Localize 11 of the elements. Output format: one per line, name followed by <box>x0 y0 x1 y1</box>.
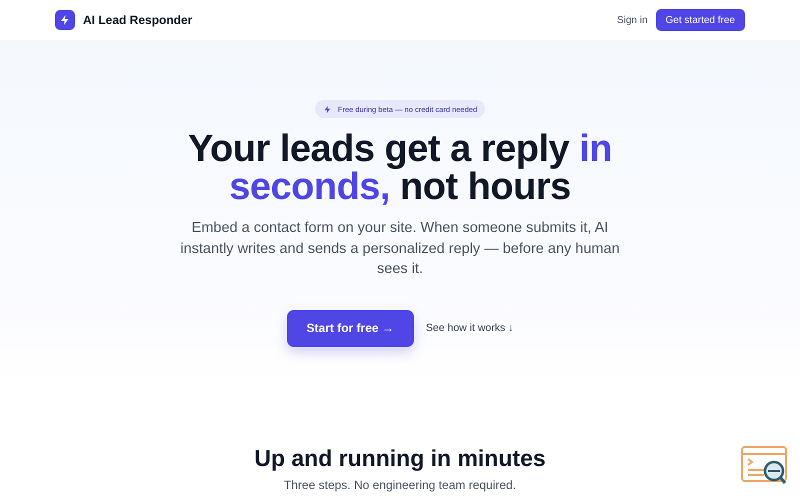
lightning-icon <box>55 10 75 30</box>
get-started-button[interactable]: Get started free <box>656 9 745 31</box>
start-free-button[interactable]: Start for free → <box>286 310 414 346</box>
sign-in-link[interactable]: Sign in <box>616 14 648 26</box>
hero-headline: Your leads get a reply in seconds, not hours <box>187 130 613 206</box>
section-subtitle: Three steps. No engineering team required. <box>284 478 516 492</box>
browser-search-icon[interactable] <box>740 445 790 487</box>
brand-name[interactable]: AI Lead Responder <box>83 13 192 27</box>
how-it-works-link[interactable]: See how it works ↓ <box>426 322 514 334</box>
hero-description: Embed a contact form on your site. When someone submits it, AI instantly writes and sends a personalized reply — before any human sees it. <box>180 219 620 279</box>
section-title: Up and running in minutes <box>254 445 546 472</box>
